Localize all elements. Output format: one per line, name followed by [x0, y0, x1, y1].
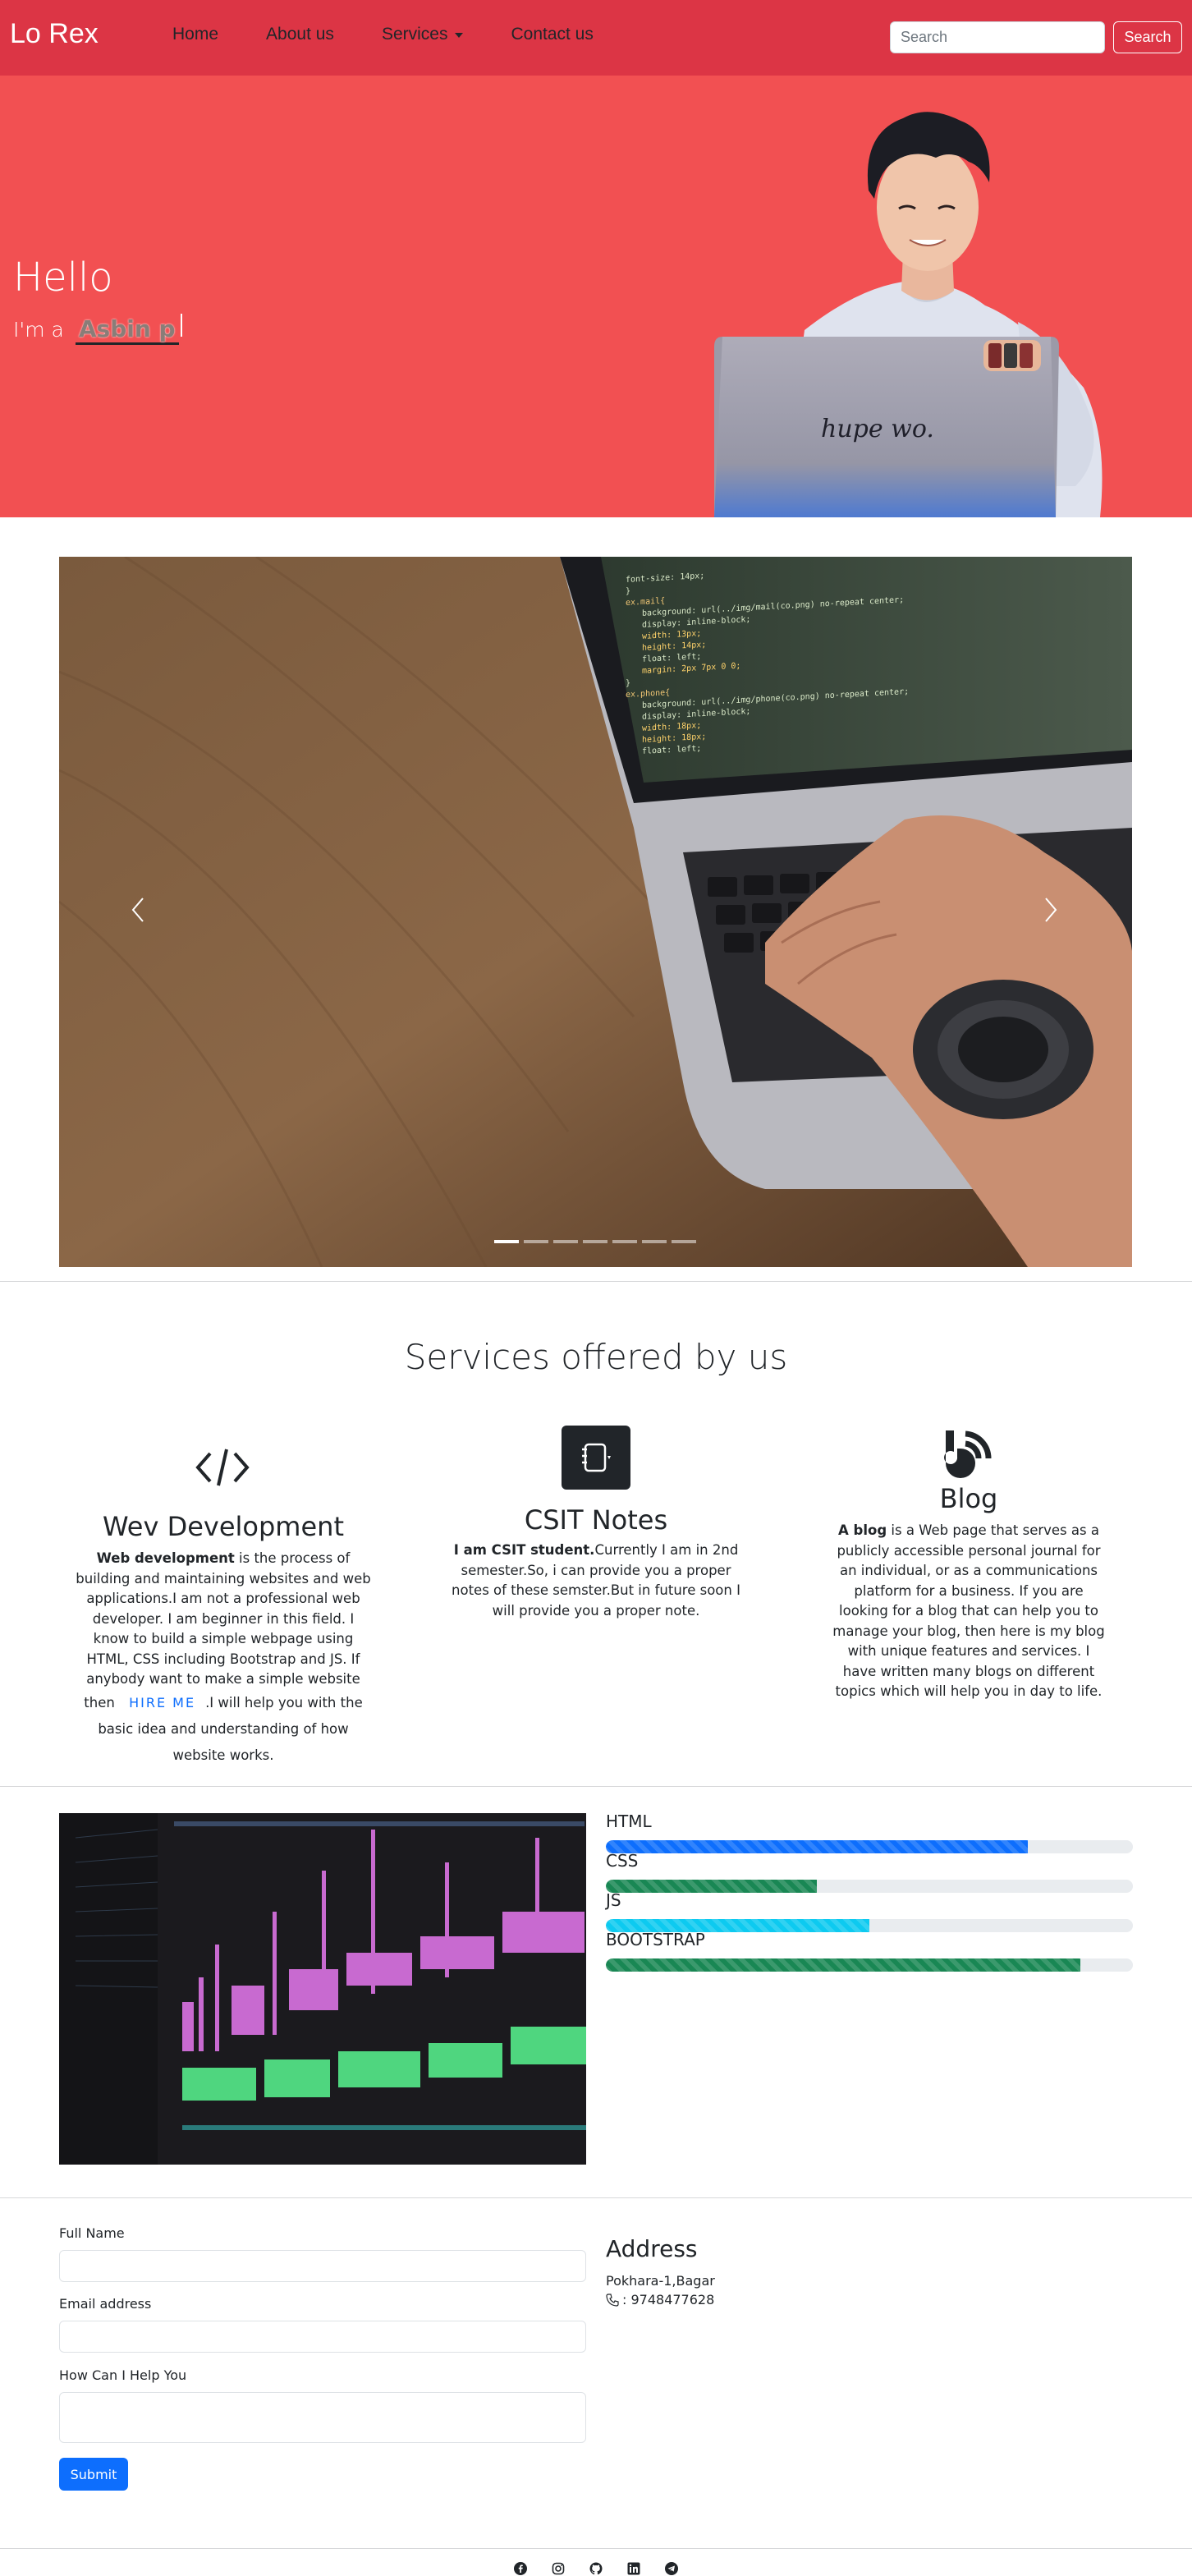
csit-notes-title: CSIT Notes [524, 1504, 668, 1536]
search-button[interactable]: Search [1113, 21, 1182, 53]
submit-button[interactable]: Submit [59, 2458, 128, 2491]
blog-text: is a Web page that serves as a publicly … [832, 1522, 1105, 1699]
skill-progress-bar [606, 1840, 1028, 1853]
github-icon[interactable] [589, 2561, 603, 2576]
carousel-next-button[interactable] [1034, 893, 1067, 926]
typed-text: Asbin p [75, 315, 179, 345]
telegram-icon[interactable] [664, 2561, 679, 2576]
skill-progress-bar [606, 1958, 1080, 1972]
image-carousel[interactable]: font-size: 14px; } ex.mail{ background: … [59, 557, 1132, 1267]
typing-cursor [180, 314, 182, 337]
blog-description: A blog is a Web page that serves as a pu… [829, 1521, 1108, 1702]
section-divider [0, 2548, 1192, 2549]
nav-services-label: Services [381, 25, 448, 44]
hero-avatar-illustration: hupe wo. [714, 112, 1103, 517]
help-textarea[interactable] [59, 2392, 586, 2443]
blog-bold: A blog [838, 1522, 887, 1538]
linkedin-icon[interactable] [626, 2561, 641, 2576]
carousel-indicator[interactable] [642, 1240, 667, 1243]
carousel-indicator[interactable] [524, 1240, 548, 1243]
footer-social-icons [0, 2562, 1192, 2576]
address-text: Pokhara-1,Bagar [606, 2273, 715, 2289]
skill-label: CSS [606, 1851, 639, 1871]
carousel-prev-button[interactable] [121, 893, 154, 926]
carousel-indicator[interactable] [494, 1240, 519, 1243]
hero-intro: I'm a Asbin p [13, 314, 182, 345]
nav-links: Home About us Services Contact us [172, 25, 641, 44]
carousel-indicator[interactable] [672, 1240, 696, 1243]
phone-icon [606, 2293, 619, 2307]
facebook-icon[interactable] [513, 2561, 528, 2576]
carousel-indicator[interactable] [583, 1240, 607, 1243]
code-icon [195, 1449, 250, 1486]
section-divider [0, 1786, 1192, 1787]
web-dev-title: Wev Development [103, 1511, 344, 1542]
blog-icon [944, 1430, 992, 1478]
address-title: Address [606, 2235, 698, 2262]
web-dev-description: Web development is the process of buildi… [76, 1549, 371, 1769]
hero-intro-text: I'm a [13, 318, 64, 342]
csit-bold: I am CSIT student. [453, 1542, 595, 1558]
navbar: Lo Rex Home About us Services Contact us… [0, 0, 1192, 76]
carousel-indicators [494, 1240, 701, 1243]
skill-progress-bar [606, 1880, 817, 1893]
full-name-input[interactable] [59, 2250, 586, 2282]
carousel-code-screen: font-size: 14px; } ex.mail{ background: … [626, 557, 1126, 764]
section-divider [0, 2197, 1192, 2198]
laptop-sticker-text: hupe wo. [821, 415, 934, 443]
carousel-indicator[interactable] [612, 1240, 637, 1243]
instagram-icon[interactable] [551, 2561, 566, 2576]
skill-progress [606, 1880, 1133, 1893]
csit-notes-description: I am CSIT student.Currently I am in 2nd … [445, 1541, 747, 1621]
notes-icon [562, 1426, 630, 1490]
help-label: How Can I Help You [59, 2367, 187, 2383]
brand-logo[interactable]: Lo Rex [10, 18, 99, 50]
email-input[interactable] [59, 2321, 586, 2353]
chevron-right-icon [1045, 898, 1057, 922]
video-editing-image [59, 1813, 586, 2165]
search-input[interactable] [890, 21, 1105, 53]
web-dev-text: is the process of building and maintaini… [76, 1550, 371, 1710]
full-name-label: Full Name [59, 2225, 125, 2241]
blog-title: Blog [939, 1483, 998, 1514]
phone-line: : 9748477628 [606, 2292, 714, 2307]
hero-section: Hello I'm a Asbin p hupe wo. [0, 76, 1192, 517]
nav-home[interactable]: Home [172, 25, 218, 44]
skill-label: BOOTSTRAP [606, 1930, 705, 1949]
hero-greeting: Hello [13, 255, 113, 301]
phone-number: : 9748477628 [622, 2292, 715, 2307]
nav-contact[interactable]: Contact us [511, 25, 593, 44]
skill-progress [606, 1840, 1133, 1853]
web-dev-bold: Web development [96, 1550, 235, 1566]
hire-me-link[interactable]: HIRE ME [119, 1695, 205, 1710]
nav-services-dropdown[interactable]: Services [382, 25, 464, 44]
caret-down-icon [455, 33, 464, 38]
chevron-left-icon [131, 898, 144, 922]
skill-progress [606, 1958, 1133, 1972]
nav-about[interactable]: About us [266, 25, 334, 44]
section-divider [0, 1281, 1192, 1282]
skill-label: JS [606, 1890, 621, 1910]
skill-label: HTML [606, 1811, 652, 1831]
email-label: Email address [59, 2296, 152, 2312]
services-title: Services offered by us [404, 1337, 788, 1377]
carousel-indicator[interactable] [553, 1240, 578, 1243]
